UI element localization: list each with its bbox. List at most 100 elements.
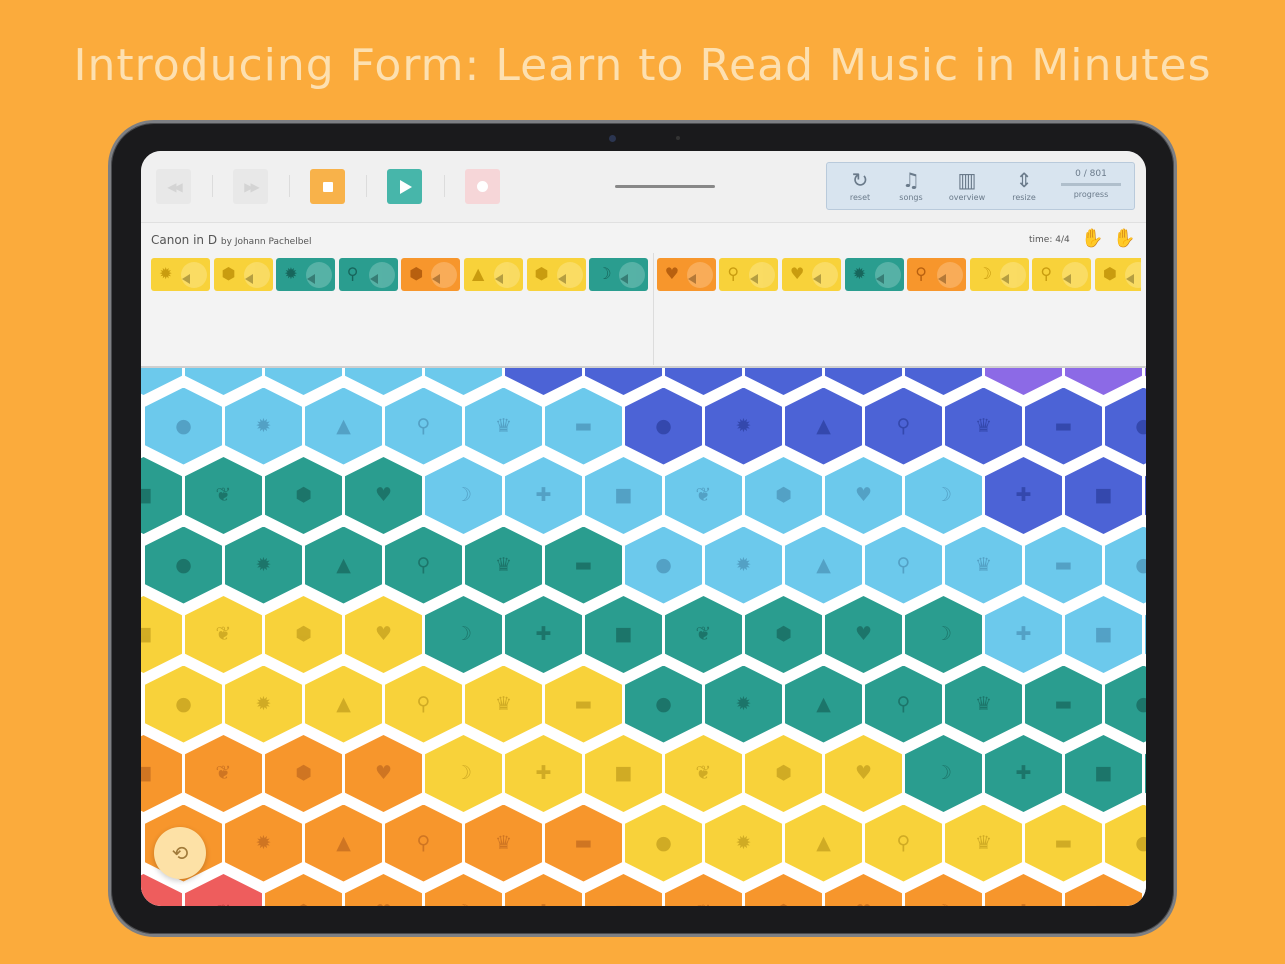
hex-key[interactable]: ✚ — [505, 457, 582, 534]
hex-key[interactable]: ✚ — [505, 368, 582, 395]
hex-key[interactable]: ■ — [141, 368, 182, 395]
hex-key[interactable]: ❦ — [1145, 735, 1146, 812]
hex-key[interactable]: ❦ — [185, 457, 262, 534]
hex-key[interactable]: ♛ — [945, 387, 1022, 465]
hex-key[interactable]: ■ — [1065, 874, 1142, 906]
hex-key[interactable]: ⬢ — [745, 596, 822, 673]
hex-key[interactable]: ♛ — [465, 387, 542, 465]
hex-key[interactable]: ♥ — [345, 457, 422, 534]
hex-key[interactable]: ⚲ — [385, 804, 462, 882]
hex-key[interactable]: ❦ — [665, 368, 742, 395]
stop-button[interactable] — [310, 169, 345, 204]
hex-key[interactable]: ● — [625, 526, 702, 604]
hex-key[interactable]: ❦ — [185, 368, 262, 395]
recenter-button[interactable]: ⟲ — [154, 827, 206, 879]
hex-key[interactable]: ⬢ — [745, 735, 822, 812]
hex-key[interactable]: ⬢ — [265, 735, 342, 812]
hex-key[interactable]: ▬ — [1025, 804, 1102, 882]
hex-key[interactable]: ❦ — [665, 596, 742, 673]
hex-key[interactable]: ● — [1105, 526, 1146, 604]
hex-key[interactable]: ● — [1105, 665, 1146, 743]
record-button[interactable] — [465, 169, 500, 204]
hex-key[interactable]: ❦ — [185, 735, 262, 812]
hex-key[interactable]: ❦ — [1145, 457, 1146, 534]
hex-key[interactable]: ■ — [1065, 368, 1142, 395]
hex-key[interactable]: ♥ — [345, 368, 422, 395]
hex-key[interactable]: ☽ — [425, 596, 502, 673]
hex-key[interactable]: ⚲ — [385, 665, 462, 743]
hex-key[interactable]: ⚲ — [865, 804, 942, 882]
left-hand-icon[interactable]: ✋ — [1113, 228, 1135, 249]
hex-key[interactable]: ✚ — [505, 735, 582, 812]
hex-key[interactable]: ☽ — [905, 874, 982, 906]
hex-key[interactable]: ● — [1105, 387, 1146, 465]
hex-key[interactable]: ✚ — [985, 368, 1062, 395]
hex-key[interactable]: ● — [145, 665, 222, 743]
drag-handle[interactable] — [615, 185, 715, 188]
hex-key[interactable]: ▲ — [785, 526, 862, 604]
hex-key[interactable]: ♥ — [345, 735, 422, 812]
hex-key[interactable]: ■ — [141, 735, 182, 812]
hex-key[interactable]: ♥ — [345, 874, 422, 906]
hex-key[interactable]: ❦ — [185, 596, 262, 673]
hex-key[interactable]: ▬ — [1025, 526, 1102, 604]
hex-key[interactable]: ■ — [1065, 735, 1142, 812]
hex-key[interactable]: ✹ — [225, 665, 302, 743]
hex-key[interactable]: ▬ — [545, 526, 622, 604]
hex-key[interactable]: ♛ — [465, 665, 542, 743]
hex-key[interactable]: ✚ — [985, 874, 1062, 906]
hex-key[interactable]: ♛ — [945, 526, 1022, 604]
hex-key[interactable]: ● — [145, 387, 222, 465]
hex-key[interactable]: ⬢ — [265, 596, 342, 673]
hex-key[interactable]: ■ — [1065, 596, 1142, 673]
hex-key[interactable]: ⚲ — [865, 387, 942, 465]
hex-key[interactable]: ■ — [141, 596, 182, 673]
hex-key[interactable]: ▲ — [305, 665, 382, 743]
hex-key[interactable]: ⬢ — [265, 368, 342, 395]
play-button[interactable] — [387, 169, 422, 204]
hex-key[interactable]: ❦ — [185, 874, 262, 906]
hex-key[interactable]: ☽ — [425, 457, 502, 534]
right-hand-icon[interactable]: ✋ — [1081, 228, 1103, 249]
hex-key[interactable]: ♥ — [825, 735, 902, 812]
hex-key[interactable]: ☽ — [425, 368, 502, 395]
hex-key[interactable]: ☽ — [425, 735, 502, 812]
hex-key[interactable]: ■ — [1065, 457, 1142, 534]
hex-key[interactable]: ▬ — [545, 387, 622, 465]
hex-key[interactable]: ♥ — [825, 596, 902, 673]
hex-key[interactable]: ▬ — [545, 665, 622, 743]
hex-key[interactable]: ▲ — [785, 387, 862, 465]
reset-button[interactable]: ↻ reset — [834, 167, 886, 202]
hex-key[interactable]: ✚ — [505, 596, 582, 673]
hex-key[interactable]: ✚ — [505, 874, 582, 906]
hex-key[interactable]: ▲ — [785, 804, 862, 882]
hex-key[interactable]: ● — [625, 387, 702, 465]
hex-key[interactable]: ♛ — [465, 526, 542, 604]
songs-button[interactable]: ♫ songs — [885, 167, 937, 202]
hex-key[interactable]: ▬ — [1025, 387, 1102, 465]
hex-key[interactable]: ❦ — [1145, 596, 1146, 673]
hex-key[interactable]: ✹ — [705, 387, 782, 465]
hex-key[interactable]: ● — [145, 526, 222, 604]
hex-key[interactable]: ▬ — [1025, 665, 1102, 743]
hex-key[interactable]: ☽ — [905, 457, 982, 534]
hex-key[interactable]: ■ — [585, 457, 662, 534]
hex-key[interactable]: ✹ — [225, 526, 302, 604]
hex-key[interactable]: ♥ — [825, 874, 902, 906]
hex-key[interactable]: ♛ — [945, 665, 1022, 743]
hex-key[interactable]: ❦ — [665, 874, 742, 906]
hex-key[interactable]: ■ — [585, 368, 662, 395]
hex-key[interactable]: ⬢ — [745, 874, 822, 906]
hex-key[interactable]: ● — [1105, 804, 1146, 882]
hex-key[interactable]: ⬢ — [745, 368, 822, 395]
hex-key[interactable]: ⬢ — [745, 457, 822, 534]
hex-key[interactable]: ✹ — [225, 804, 302, 882]
hex-key[interactable]: ▲ — [305, 804, 382, 882]
hex-key[interactable]: ▬ — [545, 804, 622, 882]
hex-key[interactable]: ⚲ — [865, 665, 942, 743]
hex-key[interactable]: ⚲ — [865, 526, 942, 604]
hex-key[interactable]: ■ — [585, 874, 662, 906]
hex-key[interactable]: ☽ — [905, 735, 982, 812]
hex-key[interactable]: ✹ — [705, 665, 782, 743]
hex-key[interactable]: ■ — [585, 735, 662, 812]
